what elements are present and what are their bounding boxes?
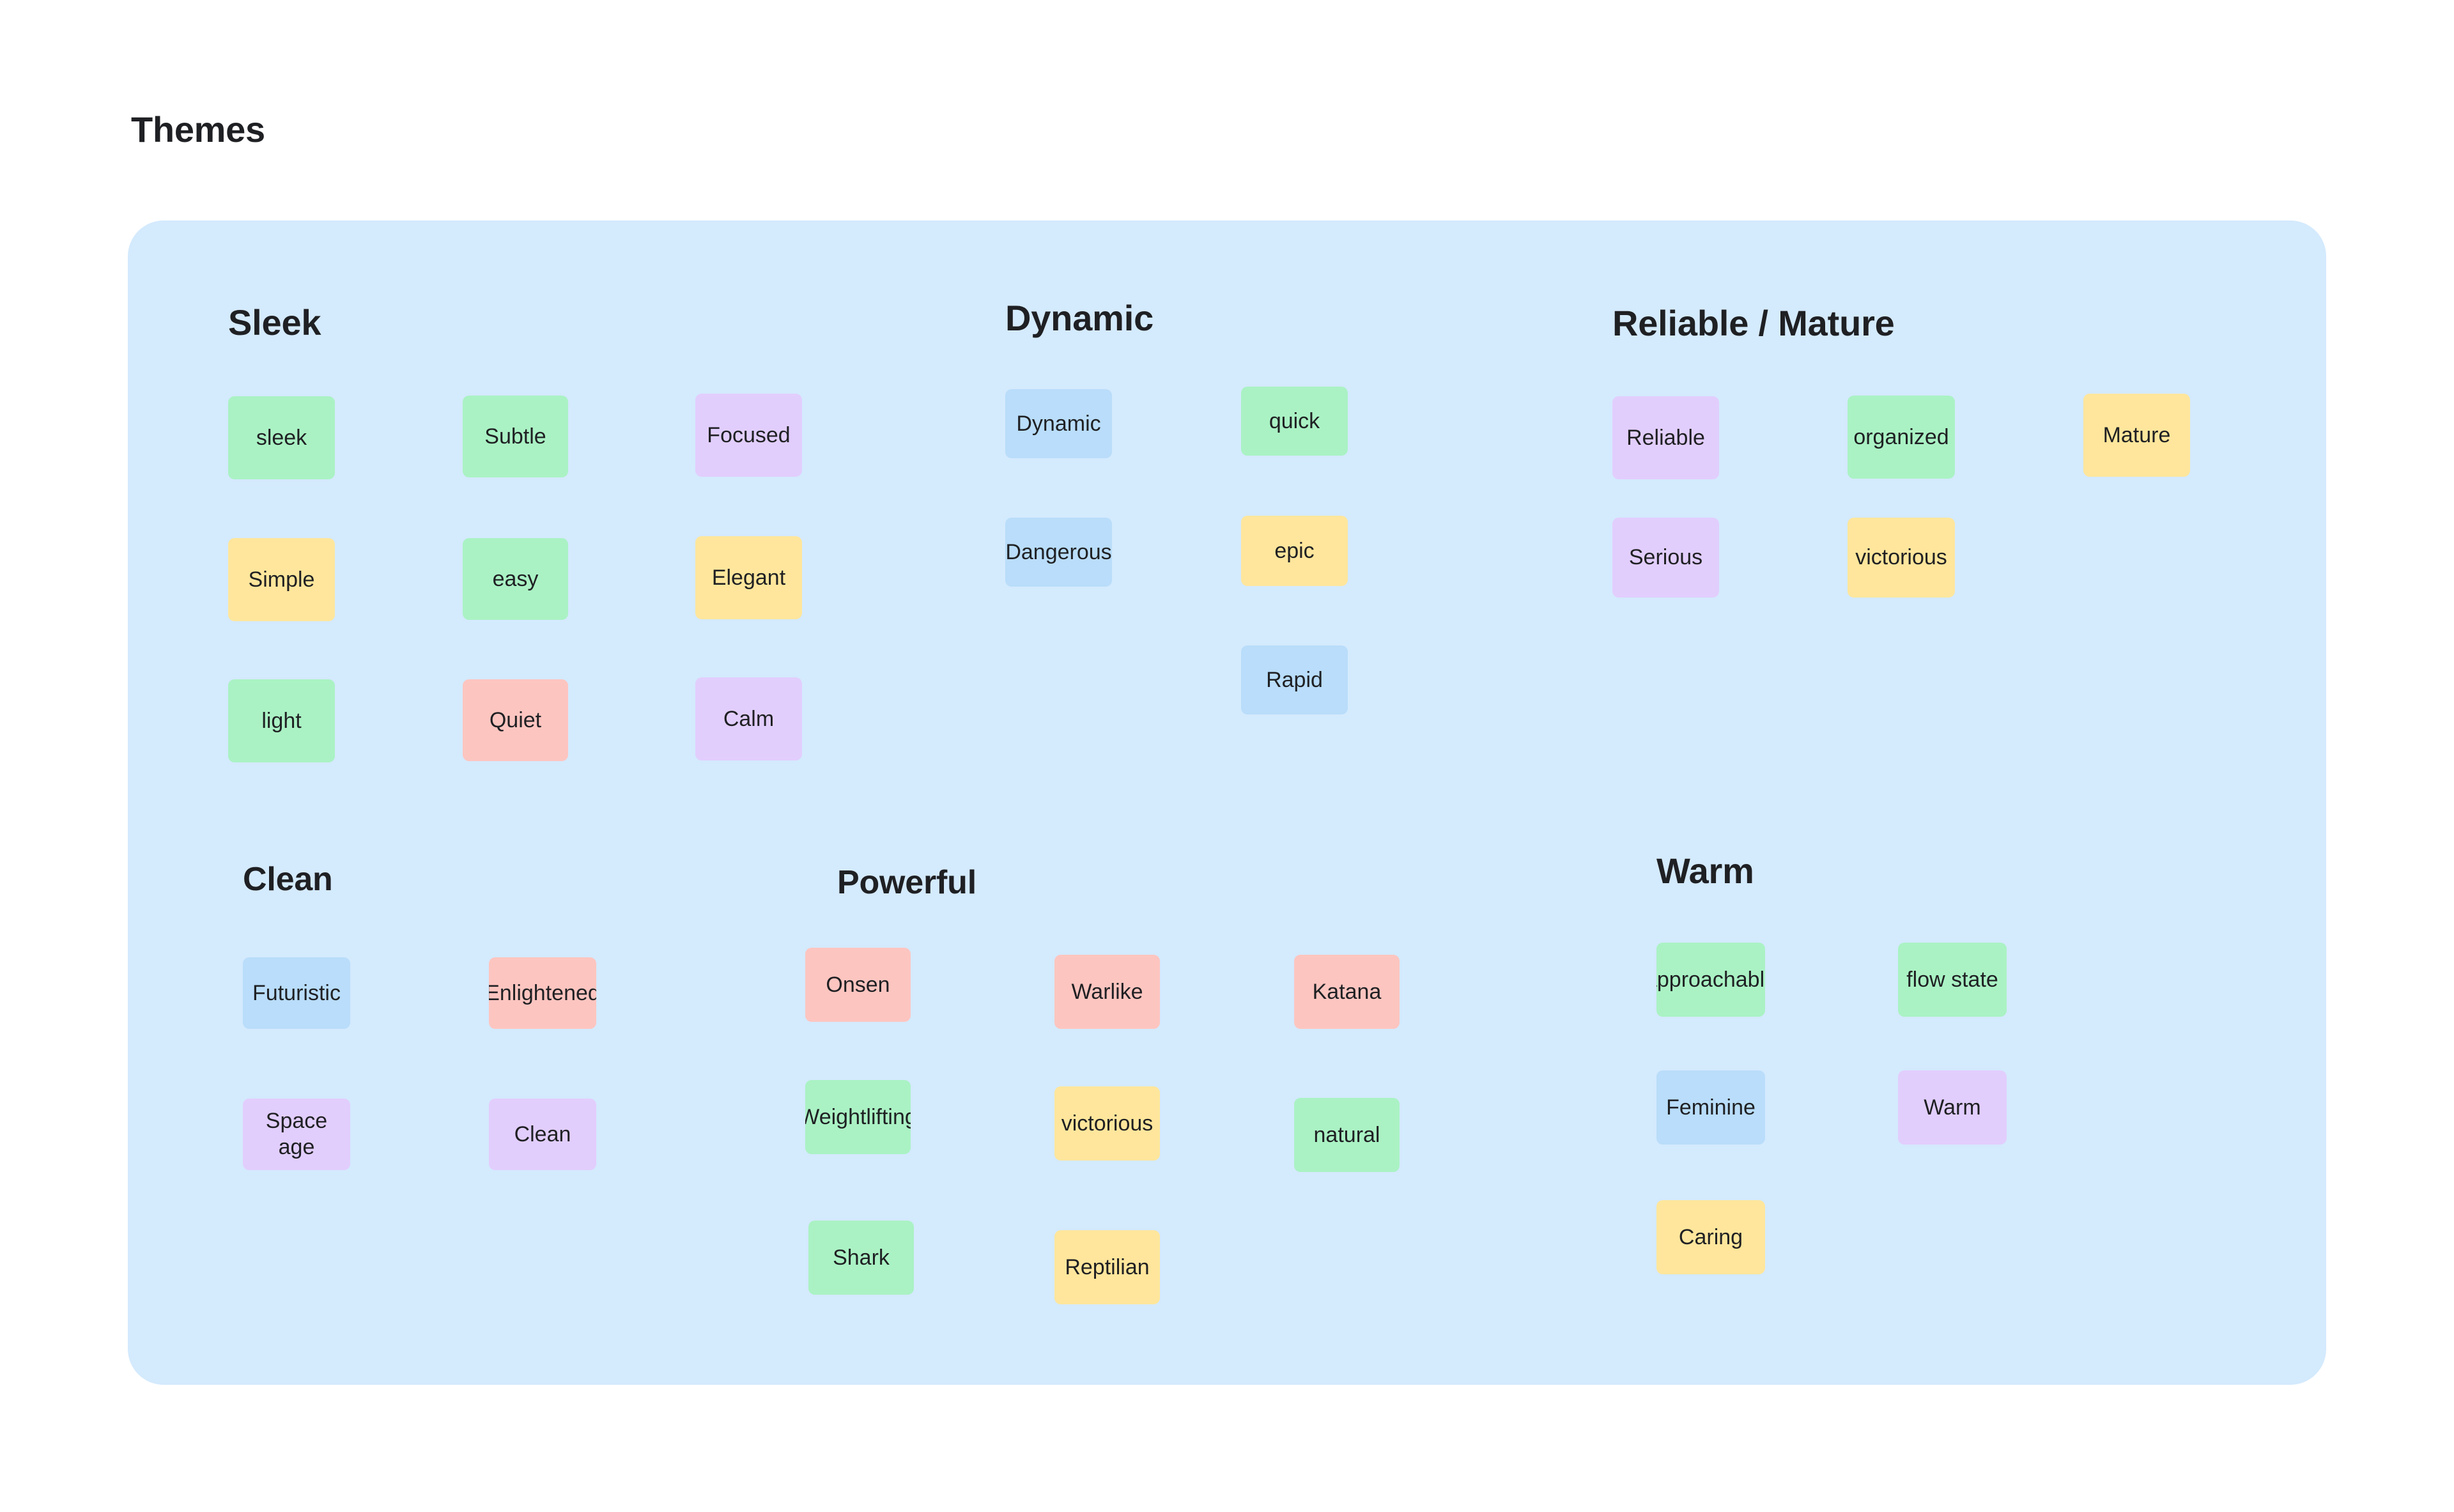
note-sticky[interactable]: Weightlifting xyxy=(805,1080,911,1154)
note-sticky[interactable]: natural xyxy=(1294,1098,1400,1172)
note-sticky[interactable]: Serious xyxy=(1612,518,1719,598)
note-sticky[interactable]: easy xyxy=(463,538,568,620)
group-title-dynamic: Dynamic xyxy=(1005,298,1154,338)
note-sticky[interactable]: Futuristic xyxy=(243,957,350,1029)
note-sticky[interactable]: Subtle xyxy=(463,396,568,477)
note-sticky[interactable]: Warlike xyxy=(1054,955,1160,1029)
note-sticky[interactable]: Elegant xyxy=(695,536,802,619)
note-sticky[interactable]: Dynamic xyxy=(1005,389,1112,458)
note-sticky[interactable]: sleek xyxy=(228,396,335,479)
note-sticky[interactable]: Quiet xyxy=(463,679,568,761)
note-sticky[interactable]: Rapid xyxy=(1241,645,1348,714)
page-title: Themes xyxy=(131,109,265,150)
note-sticky[interactable]: Calm xyxy=(695,677,802,760)
note-sticky[interactable]: Warm xyxy=(1898,1070,2007,1145)
group-title-warm: Warm xyxy=(1656,851,1754,891)
note-sticky[interactable]: flow state xyxy=(1898,943,2007,1017)
note-sticky[interactable]: victorious xyxy=(1054,1086,1160,1161)
note-sticky[interactable]: Katana xyxy=(1294,955,1400,1029)
note-sticky[interactable]: quick xyxy=(1241,387,1348,456)
note-sticky[interactable]: Focused xyxy=(695,394,802,477)
note-sticky[interactable]: Reptilian xyxy=(1054,1230,1160,1304)
note-sticky[interactable]: Simple xyxy=(228,538,335,621)
note-sticky[interactable]: Dangerous xyxy=(1005,518,1112,587)
note-sticky[interactable]: Space age xyxy=(243,1099,350,1170)
note-sticky[interactable]: Mature xyxy=(2083,394,2190,477)
note-sticky[interactable]: Clean xyxy=(489,1099,596,1170)
note-sticky[interactable]: epic xyxy=(1241,516,1348,586)
note-sticky[interactable]: organized xyxy=(1848,396,1955,479)
group-title-powerful: Powerful xyxy=(837,864,976,901)
note-sticky[interactable]: Reliable xyxy=(1612,396,1719,479)
note-sticky[interactable]: Onsen xyxy=(805,948,911,1022)
note-sticky[interactable]: victorious xyxy=(1848,518,1955,598)
note-sticky[interactable]: Enlightened xyxy=(489,957,596,1029)
note-sticky[interactable]: light xyxy=(228,679,335,762)
group-title-clean: Clean xyxy=(243,861,333,898)
themes-board: Sleek sleek Subtle Focused Simple easy E… xyxy=(128,220,2326,1385)
note-sticky[interactable]: approachable xyxy=(1656,943,1765,1017)
group-title-sleek: Sleek xyxy=(228,302,321,343)
group-title-reliable-mature: Reliable / Mature xyxy=(1612,303,1895,343)
note-sticky[interactable]: Caring xyxy=(1656,1200,1765,1274)
note-sticky[interactable]: Shark xyxy=(808,1221,914,1295)
note-sticky[interactable]: Feminine xyxy=(1656,1070,1765,1145)
